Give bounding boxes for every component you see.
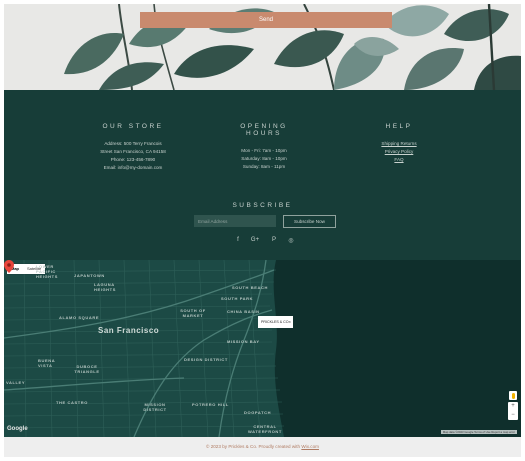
map-label-duboce-triangle: DUBOCE TRIANGLE [74, 364, 100, 374]
map-label-alamo-square: ALAMO SQUARE [59, 315, 100, 320]
pinterest-icon[interactable]: P [269, 237, 279, 243]
store-email: Email: info@my-domain.com [103, 165, 163, 170]
hours-saturday: Saturday: 8am - 10pm [241, 156, 287, 161]
map-label-valley: VALLEY [6, 380, 26, 385]
street-view-pegman-icon[interactable] [509, 391, 517, 400]
store-phone: Phone: 123-456-7890 [110, 157, 156, 162]
email-address-input[interactable] [194, 215, 276, 227]
store-location-popup[interactable]: PRICKLES & CO. × [258, 316, 293, 328]
map-terms-text[interactable]: Map data ©2023 Google Terms of Use Repor… [440, 430, 517, 434]
site-footer: OUR STORE Address: 500 Terry Francois St… [4, 90, 521, 260]
help-title: HELP [385, 123, 413, 130]
store-address-line-1: Address: 500 Terry Francois [104, 141, 162, 146]
map-label-central-waterfront: CENTRAL WATERFRONT [248, 424, 282, 434]
map-label-china-basin: CHINA BASIN [227, 309, 260, 314]
map-pin-icon[interactable] [4, 260, 14, 273]
copyright-bar: © 2023 by Prickles & Co. Proudly created… [4, 437, 521, 457]
map-label-laguna-heights: LAGUNA HEIGHTS [94, 282, 116, 292]
subscribe-now-button[interactable]: Subscribe Now [283, 215, 336, 228]
store-location-label: PRICKLES & CO. [261, 320, 290, 324]
help-column: HELP Shipping Returns Privacy Policy FAQ [374, 123, 424, 164]
hours-weekdays: Mon - Fri: 7am - 10pm [241, 148, 287, 153]
map-label-potrero-hill: POTRERO HILL [192, 402, 229, 407]
hours-sunday: Sunday: 8am - 11pm [242, 164, 286, 169]
wix-link[interactable]: Wix.com [301, 444, 319, 449]
map-label-dogpatch: DOGPATCH [244, 410, 272, 415]
copyright-text: © 2023 by Prickles & Co. Proudly created… [206, 444, 302, 449]
map-label-south-of-market: SOUTH OF MARKET [180, 308, 206, 318]
map-label-lower-pacific-heights: LOWER PACIFIC HEIGHTS [36, 264, 58, 279]
instagram-icon[interactable]: ◎ [286, 237, 296, 244]
map-label-mission-district: MISSION DISTRICT [143, 402, 167, 412]
map-label-buena-vista: BUENA VISTA [38, 358, 56, 368]
store-address-line-2: Street San Francisco, CA 94158 [100, 149, 166, 154]
map-label-san-francisco: San Francisco [98, 326, 160, 335]
store-title: OUR STORE [102, 123, 164, 130]
google-logo: Google [7, 426, 28, 432]
privacy-policy-link[interactable]: Privacy Policy [374, 148, 424, 156]
google-map[interactable]: Map Satellite LOWER PACIFIC HEIGHTS JAPA… [4, 260, 521, 437]
hours-title: OPENING HOURS [240, 123, 288, 137]
map-label-the-castro: THE CASTRO [56, 400, 88, 405]
subscribe-title: SUBSCRIBE [232, 202, 293, 209]
google-plus-icon[interactable]: G+ [250, 237, 260, 243]
zoom-control: + − [508, 402, 518, 420]
map-label-south-park: SOUTH PARK [221, 296, 254, 301]
store-column: OUR STORE Address: 500 Terry Francois St… [92, 123, 174, 172]
map-label-south-beach: SOUTH BEACH [232, 285, 268, 290]
zoom-out-button[interactable]: − [508, 411, 518, 420]
facebook-icon[interactable]: f [233, 237, 243, 243]
faq-link[interactable]: FAQ [374, 156, 424, 164]
page: Send OUR STORE Address: 500 Terry Franco… [4, 4, 521, 457]
zoom-in-button[interactable]: + [508, 402, 518, 411]
hours-column: OPENING HOURS Mon - Fri: 7am - 10pm Satu… [222, 123, 306, 171]
close-icon[interactable]: × [289, 316, 291, 328]
map-label-design-district: DESIGN DISTRICT [184, 357, 228, 362]
shipping-returns-link[interactable]: Shipping Returns [374, 140, 424, 148]
map-label-japantown: JAPANTOWN [74, 273, 105, 278]
hero-plant-image: Send [4, 4, 521, 90]
map-label-mission-bay: MISSION BAY [227, 339, 260, 344]
send-button[interactable]: Send [140, 12, 392, 28]
